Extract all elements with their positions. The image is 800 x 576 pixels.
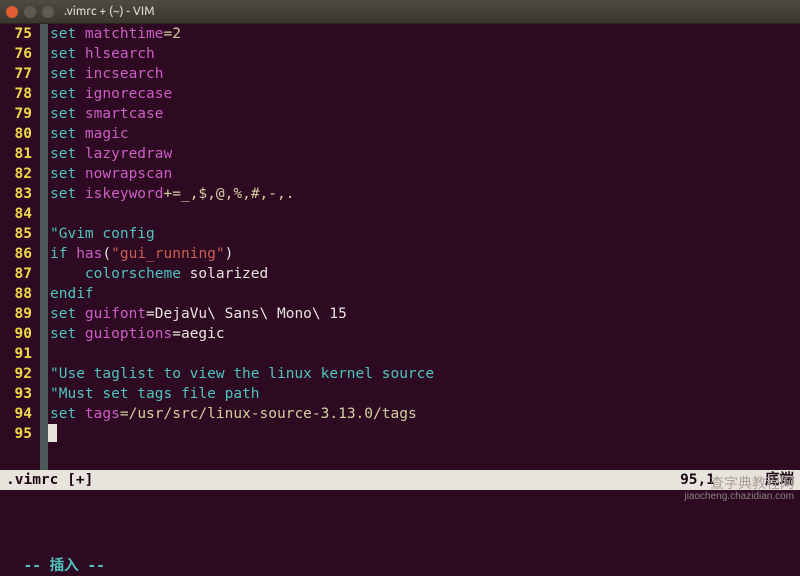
sign-column bbox=[40, 24, 48, 470]
code-line[interactable]: set lazyredraw bbox=[50, 144, 434, 164]
code-line[interactable]: set guioptions=aegic bbox=[50, 324, 434, 344]
code-line[interactable]: set magic bbox=[50, 124, 434, 144]
line-number: 82 bbox=[0, 164, 32, 184]
window-buttons bbox=[6, 6, 54, 18]
line-number: 86 bbox=[0, 244, 32, 264]
line-number: 89 bbox=[0, 304, 32, 324]
status-line: .vimrc [+] 95,1 底端 bbox=[0, 470, 800, 490]
code-line[interactable]: set hlsearch bbox=[50, 44, 434, 64]
line-number: 93 bbox=[0, 384, 32, 404]
line-number: 81 bbox=[0, 144, 32, 164]
line-number: 95 bbox=[0, 424, 32, 444]
line-number: 94 bbox=[0, 404, 32, 424]
watermark-url: jiaocheng.chazidian.com bbox=[684, 490, 794, 504]
status-filename: .vimrc [+] bbox=[6, 470, 93, 490]
line-number: 87 bbox=[0, 264, 32, 284]
mode-indicator: -- 插入 -- bbox=[23, 558, 104, 574]
code-line[interactable]: "Gvim config bbox=[50, 224, 434, 244]
editor-area[interactable]: 7576777879808182838485868788899091929394… bbox=[0, 24, 800, 470]
code-line[interactable]: colorscheme solarized bbox=[50, 264, 434, 284]
line-number: 91 bbox=[0, 344, 32, 364]
code-line[interactable] bbox=[50, 204, 434, 224]
line-number: 78 bbox=[0, 84, 32, 104]
code-line[interactable]: set tags=/usr/src/linux-source-3.13.0/ta… bbox=[50, 404, 434, 424]
code-line[interactable]: if has("gui_running") bbox=[50, 244, 434, 264]
code-line[interactable]: "Use taglist to view the linux kernel so… bbox=[50, 364, 434, 384]
window-title: .vimrc + (~) - VIM bbox=[64, 2, 155, 22]
line-number: 84 bbox=[0, 204, 32, 224]
line-number: 83 bbox=[0, 184, 32, 204]
code-line[interactable]: set incsearch bbox=[50, 64, 434, 84]
line-number: 79 bbox=[0, 104, 32, 124]
line-number: 80 bbox=[0, 124, 32, 144]
code-line[interactable]: endif bbox=[50, 284, 434, 304]
code-line[interactable]: "Must set tags file path bbox=[50, 384, 434, 404]
code-line[interactable]: set iskeyword+=_,$,@,%,#,-,. bbox=[50, 184, 434, 204]
line-number: 88 bbox=[0, 284, 32, 304]
text-cursor bbox=[48, 424, 57, 442]
close-icon[interactable] bbox=[6, 6, 18, 18]
line-number-gutter: 7576777879808182838485868788899091929394… bbox=[0, 24, 40, 470]
watermark-text: 查字典教程网 bbox=[684, 476, 794, 490]
code-line[interactable]: set smartcase bbox=[50, 104, 434, 124]
code-line[interactable]: set nowrapscan bbox=[50, 164, 434, 184]
line-number: 76 bbox=[0, 44, 32, 64]
code-line[interactable] bbox=[50, 424, 434, 444]
code-line[interactable]: set guifont=DejaVu\ Sans\ Mono\ 15 bbox=[50, 304, 434, 324]
line-number: 92 bbox=[0, 364, 32, 384]
minimize-icon[interactable] bbox=[24, 6, 36, 18]
code-line[interactable] bbox=[50, 344, 434, 364]
watermark: 查字典教程网 jiaocheng.chazidian.com bbox=[684, 476, 794, 504]
line-number: 75 bbox=[0, 24, 32, 44]
code-line[interactable]: set matchtime=2 bbox=[50, 24, 434, 44]
maximize-icon[interactable] bbox=[42, 6, 54, 18]
line-number: 90 bbox=[0, 324, 32, 344]
window-titlebar: .vimrc + (~) - VIM bbox=[0, 0, 800, 24]
line-number: 85 bbox=[0, 224, 32, 244]
line-number: 77 bbox=[0, 64, 32, 84]
code-text[interactable]: set matchtime=2set hlsearchset incsearch… bbox=[48, 24, 434, 470]
command-line: -- 插入 -- bbox=[0, 490, 800, 530]
code-line[interactable]: set ignorecase bbox=[50, 84, 434, 104]
